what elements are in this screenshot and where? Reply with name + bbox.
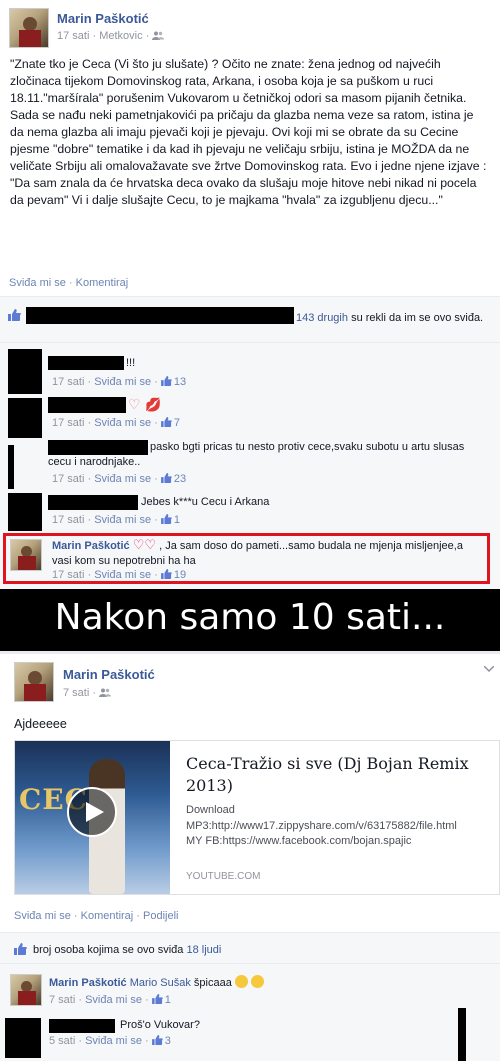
heart-icon: ♡ (144, 537, 157, 552)
comment-meta: 17 sati · Sviđa mi se · 19 (52, 569, 187, 581)
commenter-avatar[interactable] (10, 974, 42, 1006)
redacted-author (48, 397, 126, 413)
comment-meta: 5 sati · Sviđa mi se · 3 (49, 1035, 171, 1047)
like-count[interactable]: 23 (174, 473, 186, 485)
comment-text: !!! (126, 357, 136, 369)
post-text: Ajdeeeee (14, 717, 67, 731)
likes-text: broj osoba kojima se ovo sviđa 18 ljudi (33, 944, 222, 956)
play-icon (86, 802, 104, 822)
video-description: Download MP3:http://www17.zippyshare.com… (186, 804, 457, 847)
like-button[interactable]: Sviđa mi se (9, 277, 66, 289)
author-name[interactable]: Marin Paškotić (63, 667, 155, 682)
like-count[interactable]: 1 (174, 514, 180, 526)
thumbs-up-icon (151, 994, 163, 1004)
likes-others-link[interactable]: 143 drugih (296, 312, 348, 324)
like-count[interactable]: 1 (165, 994, 171, 1006)
comment-meta: 17 sati · Sviđa mi se · 23 (52, 473, 187, 485)
like-count[interactable]: 7 (174, 417, 180, 429)
redacted-block (458, 1008, 466, 1061)
comments-list: Marin Paškotić Mario Sušak špicaaa 7 sat… (0, 964, 500, 1061)
thumbs-up-icon (160, 417, 172, 427)
comment-like-button[interactable]: Sviđa mi se (85, 994, 142, 1006)
thumbs-up-icon (160, 514, 172, 524)
smiley-icon (250, 975, 264, 988)
share-button[interactable]: Podijeli (143, 910, 178, 922)
kiss-lips-icon: 💋 (145, 397, 162, 412)
video-title[interactable]: Ceca-Tražio si sve (Dj Bojan Remix 2013) (186, 753, 491, 797)
post-2: Marin Paškotić 7 sati · Ajdeeeee CECA Ce… (0, 654, 500, 932)
redacted-author (49, 1019, 115, 1033)
thumbs-up-icon (151, 1035, 163, 1045)
comment-meta: 17 sati · Sviđa mi se · 13 (52, 376, 187, 388)
redacted-avatar (8, 398, 42, 438)
comment-text: Proš'o Vukovar? (120, 1019, 200, 1031)
comment-like-button[interactable]: Sviđa mi se (94, 569, 151, 581)
post-time[interactable]: 7 sati (63, 687, 89, 699)
comment-like-button[interactable]: Sviđa mi se (85, 1035, 142, 1047)
thumbs-up-icon (160, 473, 172, 483)
video-source: YOUTUBE.COM (186, 871, 261, 882)
chevron-down-icon[interactable] (484, 666, 494, 672)
post-meta: 17 sati · Metkovic · (57, 30, 165, 42)
commenter-avatar[interactable] (10, 539, 42, 571)
comment-like-button[interactable]: Sviđa mi se (94, 376, 151, 388)
smiley-icon (234, 975, 248, 988)
post-1: Marin Paškotić 17 sati · Metkovic · "Zna… (0, 0, 500, 296)
post-text: "Znate tko je Ceca (Vi što ju slušate) ?… (10, 57, 487, 207)
comments-list: !!! 17 sati · Sviđa mi se · 13 ♡ 💋 17 sa… (0, 343, 500, 589)
post-actions: Sviđa mi se · Komentiraj · Podijeli (14, 910, 179, 922)
comment-text: Jebes k***u Cecu i Arkana (141, 496, 270, 508)
like-count[interactable]: 19 (174, 569, 186, 581)
comment-button[interactable]: Komentiraj (81, 910, 134, 922)
comment-like-button[interactable]: Sviđa mi se (94, 473, 151, 485)
post-actions: Sviđa mi se · Komentiraj (9, 277, 129, 289)
comment-like-button[interactable]: Sviđa mi se (94, 417, 151, 429)
thumbs-up-icon (160, 569, 172, 579)
post-meta: 7 sati · (63, 687, 112, 699)
comment-text: Marin Paškotić ♡♡ , Ja sam doso do pamet… (52, 537, 463, 567)
likes-summary: 143 drugih su rekli da im se ovo sviđa. (0, 297, 500, 342)
likes-text: 143 drugih su rekli da im se ovo sviđa. (296, 312, 484, 324)
author-avatar[interactable] (9, 8, 49, 48)
heart-icon: ♡ (128, 396, 141, 412)
like-count[interactable]: 3 (165, 1035, 171, 1047)
like-count[interactable]: 13 (174, 376, 186, 388)
like-icon (14, 943, 27, 955)
thumbs-up-icon (160, 376, 172, 386)
banner-text: Nakon samo 10 sati... (54, 597, 446, 638)
redacted-author (48, 495, 138, 510)
video-thumbnail[interactable]: CECA (15, 741, 170, 894)
redacted-avatar (8, 493, 42, 531)
likes-count-link[interactable]: 18 ljudi (186, 944, 221, 956)
redacted-avatar (8, 445, 14, 489)
comment-text: pasko bgti pricas tu nesto protiv cece,s… (48, 441, 465, 468)
comment-author[interactable]: Marin Paškotić (49, 977, 127, 989)
comment-mention[interactable]: Mario Sušak (130, 977, 191, 989)
comment-like-button[interactable]: Sviđa mi se (94, 514, 151, 526)
play-button[interactable] (67, 787, 117, 837)
comment-button[interactable]: Komentiraj (76, 277, 129, 289)
author-name[interactable]: Marin Paškotić (57, 11, 149, 26)
friends-icon[interactable] (152, 31, 165, 40)
redacted-author (48, 356, 124, 370)
likes-summary: broj osoba kojima se ovo sviđa 18 ljudi (0, 933, 500, 963)
comment-text: Marin Paškotić Mario Sušak špicaaa (49, 975, 264, 991)
comment-meta: 7 sati · Sviđa mi se · 1 (49, 994, 171, 1006)
friends-icon[interactable] (99, 688, 112, 697)
like-icon (8, 309, 21, 321)
redacted-avatar (8, 349, 42, 394)
video-attachment[interactable]: CECA Ceca-Tražio si sve (Dj Bojan Remix … (14, 740, 500, 895)
post-time[interactable]: 17 sati (57, 30, 89, 42)
post-location[interactable]: Metkovic (99, 30, 142, 42)
comment-author[interactable]: Marin Paškotić (52, 540, 130, 552)
heart-icon: ♡ (132, 537, 145, 552)
redacted-avatar (5, 1018, 41, 1058)
author-avatar[interactable] (14, 662, 54, 702)
like-button[interactable]: Sviđa mi se (14, 910, 71, 922)
comment-meta: 17 sati · Sviđa mi se · 1 (52, 514, 180, 526)
comment-meta: 17 sati · Sviđa mi se · 7 (52, 417, 180, 429)
caption-banner: Nakon samo 10 sati... (0, 589, 500, 651)
